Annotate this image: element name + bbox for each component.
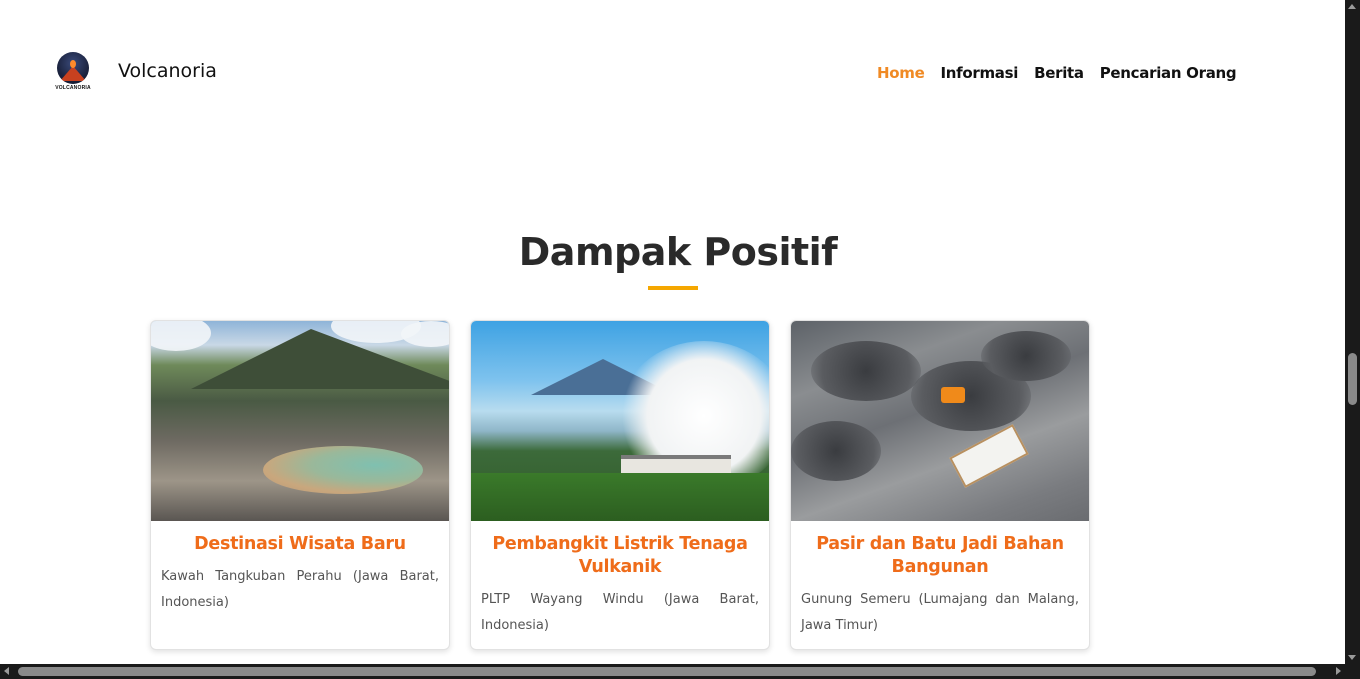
card-pembangkit-listrik[interactable]: Pembangkit Listrik Tenaga Vulkanik PLTP … — [470, 320, 770, 650]
sand-quarry-photo-icon — [791, 321, 1089, 521]
nav-berita[interactable]: Berita — [1034, 64, 1084, 82]
logo-text: VOLCANORIA — [55, 85, 91, 91]
card-title: Pembangkit Listrik Tenaga Vulkanik — [492, 534, 748, 577]
card-text: PLTP Wayang Windu (Jawa Barat, Indonesia… — [481, 592, 759, 633]
nav-home[interactable]: Home — [877, 64, 925, 82]
section-title: Dampak Positif — [518, 230, 838, 274]
card-text: Kawah Tangkuban Perahu (Jawa Barat, Indo… — [161, 569, 439, 610]
scroll-up-icon[interactable] — [1348, 4, 1356, 9]
crater-photo-icon — [151, 321, 449, 521]
scroll-down-icon[interactable] — [1348, 655, 1356, 660]
vertical-scroll-thumb[interactable] — [1348, 353, 1357, 405]
scroll-left-icon[interactable] — [4, 667, 9, 675]
card-grid: Destinasi Wisata Baru Kawah Tangkuban Pe… — [150, 320, 1090, 650]
horizontal-scrollbar[interactable] — [0, 664, 1360, 679]
brand-name[interactable]: Volcanoria — [118, 60, 217, 82]
volcanoria-logo[interactable]: VOLCANORIA — [54, 52, 92, 92]
scrollbar-corner — [1345, 664, 1360, 679]
card-text: Gunung Semeru (Lumajang dan Malang, Jawa… — [801, 592, 1079, 633]
nav-informasi[interactable]: Informasi — [940, 64, 1018, 82]
main-nav: Home Informasi Berita Pencarian Orang — [877, 64, 1237, 82]
nav-pencarian-orang[interactable]: Pencarian Orang — [1100, 64, 1237, 82]
volcano-logo-icon — [57, 52, 89, 84]
card-title: Destinasi Wisata Baru — [194, 534, 406, 554]
card-destinasi-wisata[interactable]: Destinasi Wisata Baru Kawah Tangkuban Pe… — [150, 320, 450, 650]
vertical-scrollbar[interactable] — [1345, 0, 1360, 664]
scroll-right-icon[interactable] — [1336, 667, 1341, 675]
site-header: VOLCANORIA Volcanoria Home Informasi Ber… — [0, 0, 1345, 140]
card-title: Pasir dan Batu Jadi Bahan Bangunan — [816, 534, 1064, 577]
card-pasir-batu[interactable]: Pasir dan Batu Jadi Bahan Bangunan Gunun… — [790, 320, 1090, 650]
geothermal-plant-photo-icon — [471, 321, 769, 521]
title-underline — [648, 286, 698, 290]
horizontal-scroll-thumb[interactable] — [18, 667, 1316, 676]
